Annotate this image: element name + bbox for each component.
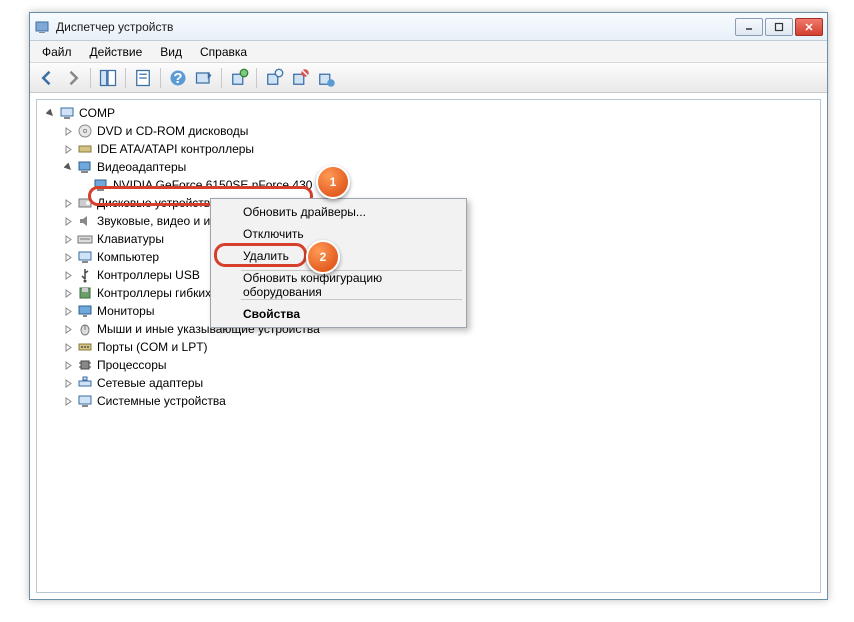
minimize-button[interactable] (735, 18, 763, 36)
controller-icon (77, 141, 93, 157)
tree-item-network[interactable]: Сетевые адаптеры (39, 374, 818, 392)
network-icon (77, 375, 93, 391)
display-adapter-icon (93, 177, 109, 193)
expand-icon[interactable] (63, 378, 74, 389)
tree-item-label: Сетевые адаптеры (97, 376, 203, 390)
ctx-separator (241, 299, 462, 300)
help-button[interactable]: ? (167, 67, 189, 89)
collapse-icon[interactable] (63, 162, 74, 173)
system-icon (77, 393, 93, 409)
menu-file[interactable]: Файл (34, 43, 80, 61)
show-hide-tree-button[interactable] (97, 67, 119, 89)
expand-icon[interactable] (63, 144, 74, 155)
tree-panel: COMP DVD и CD-ROM дисководы IDE ATA/ATAP… (36, 99, 821, 593)
tree-device-label: NVIDIA GeForce 6150SE nForce 430 (113, 178, 312, 192)
keyboard-icon (77, 231, 93, 247)
annotation-callout-1: 1 (316, 165, 350, 199)
expand-icon[interactable] (63, 126, 74, 137)
expand-icon[interactable] (63, 198, 74, 209)
back-button[interactable] (36, 67, 58, 89)
forward-button[interactable] (62, 67, 84, 89)
usb-icon (77, 267, 93, 283)
port-icon (77, 339, 93, 355)
update-driver-button[interactable] (228, 67, 250, 89)
floppy-icon (77, 285, 93, 301)
tree-item-label: Мониторы (97, 304, 154, 318)
tree-item-dvd[interactable]: DVD и CD-ROM дисководы (39, 122, 818, 140)
annotation-callout-2: 2 (306, 240, 340, 274)
ctx-item-label: Обновить драйверы... (243, 205, 366, 219)
tree-item-video-adapters[interactable]: Видеоадаптеры (39, 158, 818, 176)
ctx-item-label: Отключить (243, 227, 304, 241)
tree-item-label: Контроллеры USB (97, 268, 200, 282)
expand-icon[interactable] (63, 306, 74, 317)
uninstall-button[interactable] (263, 67, 285, 89)
ctx-item-label: Обновить конфигурацию оборудования (243, 271, 464, 299)
ctx-disable[interactable]: Отключить (213, 223, 464, 245)
tree-item-label: Процессоры (97, 358, 167, 372)
scan-hardware-button[interactable] (193, 67, 215, 89)
tree-item-label: Клавиатуры (97, 232, 164, 246)
expand-icon[interactable] (63, 252, 74, 263)
monitor-icon (77, 303, 93, 319)
disable-button[interactable] (289, 67, 311, 89)
maximize-button[interactable] (765, 18, 793, 36)
close-button[interactable] (795, 18, 823, 36)
expand-icon[interactable] (63, 342, 74, 353)
toolbar: ? (30, 63, 827, 93)
titlebar: Диспетчер устройств (30, 13, 827, 41)
disc-icon (77, 123, 93, 139)
callout-number: 2 (320, 250, 327, 264)
app-icon (34, 19, 50, 35)
expand-icon[interactable] (63, 288, 74, 299)
tree-item-ide[interactable]: IDE ATA/ATAPI контроллеры (39, 140, 818, 158)
tree-item-label: Порты (COM и LPT) (97, 340, 208, 354)
menu-action[interactable]: Действие (82, 43, 151, 61)
callout-number: 1 (330, 175, 337, 189)
ctx-item-label: Свойства (243, 307, 300, 321)
tree-root[interactable]: COMP (39, 104, 818, 122)
tree-item-label: Видеоадаптеры (97, 160, 186, 174)
enable-button[interactable] (315, 67, 337, 89)
tree-item-label: IDE ATA/ATAPI контроллеры (97, 142, 254, 156)
ctx-item-label: Удалить (243, 249, 289, 263)
expand-icon[interactable] (63, 234, 74, 245)
window-title: Диспетчер устройств (56, 20, 735, 34)
expand-icon[interactable] (63, 396, 74, 407)
ctx-properties[interactable]: Свойства (213, 303, 464, 325)
mouse-icon (77, 321, 93, 337)
tree-device-nvidia[interactable]: NVIDIA GeForce 6150SE nForce 430 (39, 176, 818, 194)
tree-item-processors[interactable]: Процессоры (39, 356, 818, 374)
tree-item-label: DVD и CD-ROM дисководы (97, 124, 248, 138)
collapse-icon[interactable] (45, 108, 56, 119)
ctx-scan-hardware[interactable]: Обновить конфигурацию оборудования (213, 274, 464, 296)
disk-icon (77, 195, 93, 211)
cpu-icon (77, 357, 93, 373)
tree-root-label: COMP (79, 106, 115, 120)
speaker-icon (77, 213, 93, 229)
tree-item-ports[interactable]: Порты (COM и LPT) (39, 338, 818, 356)
expand-icon[interactable] (63, 216, 74, 227)
tree-item-system[interactable]: Системные устройства (39, 392, 818, 410)
expand-icon[interactable] (63, 360, 74, 371)
display-adapter-icon (77, 159, 93, 175)
expand-icon[interactable] (63, 270, 74, 281)
svg-text:?: ? (173, 70, 182, 87)
ctx-update-drivers[interactable]: Обновить драйверы... (213, 201, 464, 223)
computer-icon (77, 249, 93, 265)
menubar: Файл Действие Вид Справка (30, 41, 827, 63)
expand-icon[interactable] (63, 324, 74, 335)
tree-item-label: Системные устройства (97, 394, 226, 408)
tree-item-label: Компьютер (97, 250, 159, 264)
tree-item-label: Дисковые устройства (97, 196, 217, 210)
menu-view[interactable]: Вид (152, 43, 190, 61)
computer-icon (59, 105, 75, 121)
properties-button[interactable] (132, 67, 154, 89)
menu-help[interactable]: Справка (192, 43, 255, 61)
